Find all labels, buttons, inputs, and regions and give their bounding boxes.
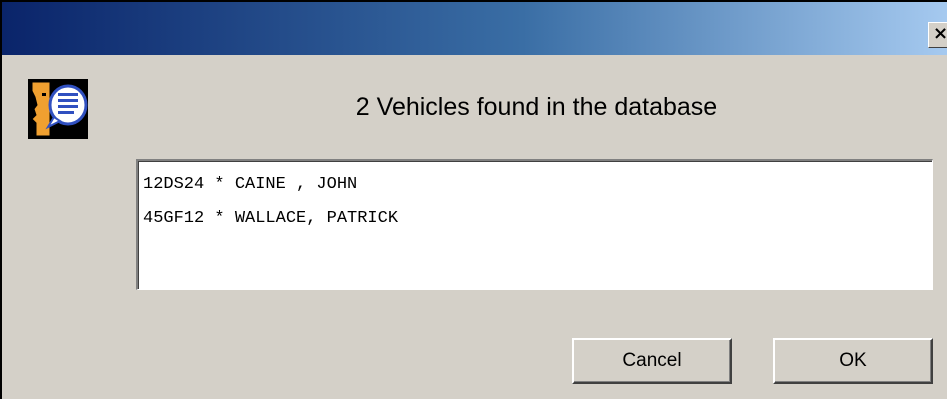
agent-info-icon-graphic: [28, 79, 88, 139]
close-button[interactable]: ×: [928, 22, 947, 48]
ok-button[interactable]: OK: [773, 338, 933, 384]
list-item[interactable]: 12DS24 * CAINE , JOHN: [143, 173, 932, 207]
vehicle-results-list[interactable]: 12DS24 * CAINE , JOHN 45GF12 * WALLACE, …: [136, 159, 933, 290]
agent-info-icon: [28, 79, 88, 139]
vehicle-search-dialog: × 2 Vehicles found in the database 12DS2…: [0, 0, 947, 399]
title-bar[interactable]: [2, 2, 947, 55]
list-item[interactable]: 45GF12 * WALLACE, PATRICK: [143, 207, 932, 241]
cancel-button[interactable]: Cancel: [572, 338, 732, 384]
result-message: 2 Vehicles found in the database: [355, 93, 718, 121]
